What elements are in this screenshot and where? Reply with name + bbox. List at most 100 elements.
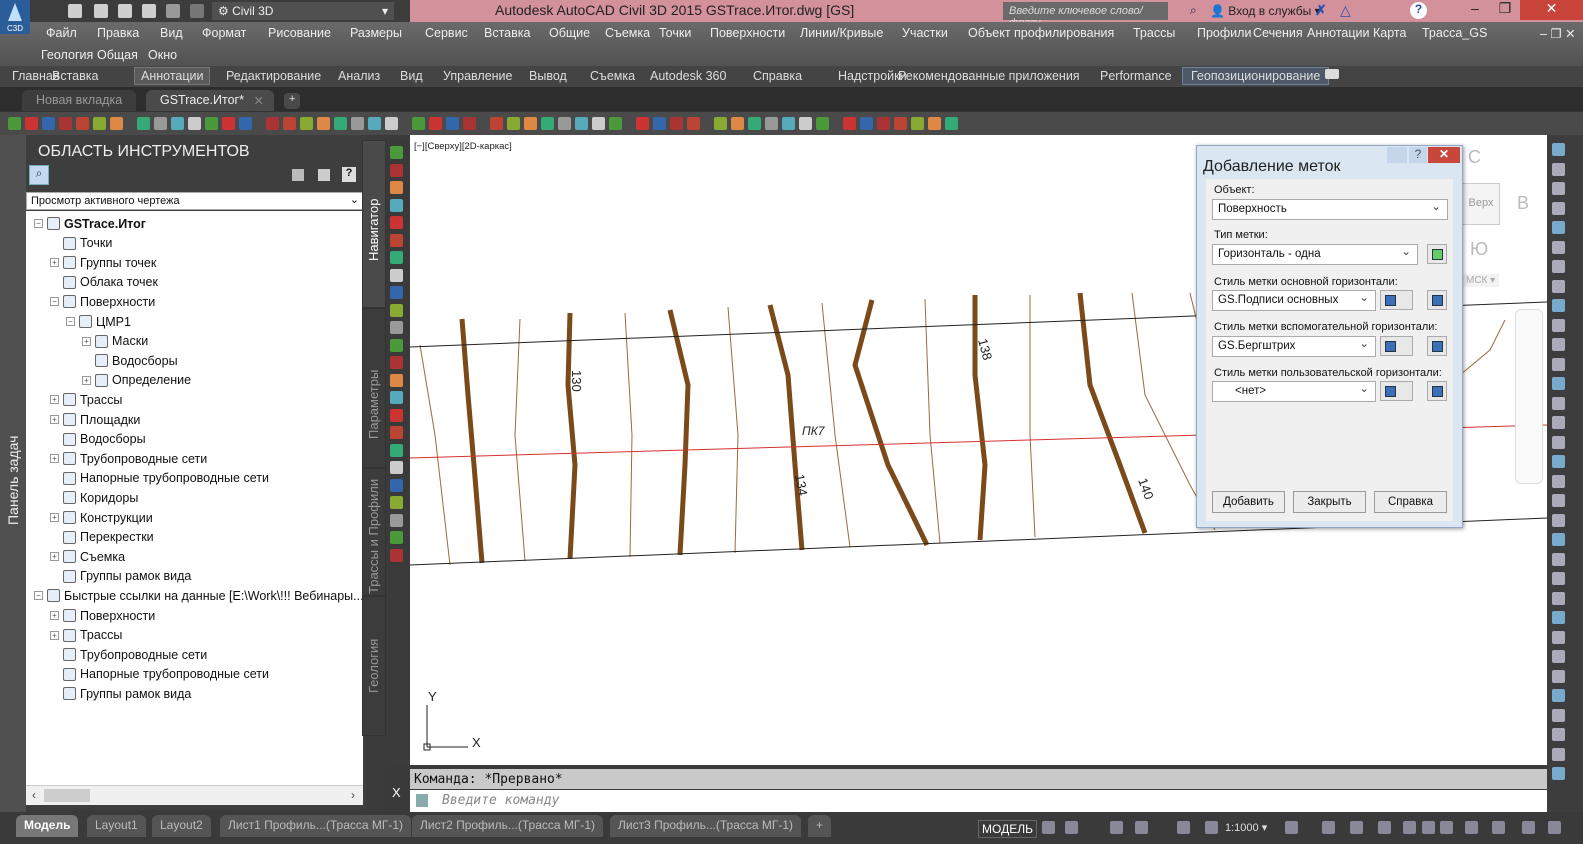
ribbon-tab[interactable]: Autodesk 360 bbox=[644, 69, 732, 83]
toolbar-tool-icon[interactable] bbox=[558, 117, 571, 130]
tree-item[interactable]: + Маски bbox=[82, 332, 148, 351]
ribbon-minimize-icon[interactable] bbox=[1325, 69, 1339, 79]
horizontal-scrollbar[interactable]: ‹ › bbox=[26, 785, 363, 805]
toolbar-tool-icon[interactable] bbox=[843, 117, 856, 130]
toolbar-tool-icon[interactable] bbox=[687, 117, 700, 130]
label-settings-button[interactable] bbox=[1427, 244, 1447, 264]
tool-icon[interactable] bbox=[390, 163, 403, 177]
status-toggle-icon[interactable] bbox=[1042, 821, 1055, 834]
toolbar-tool-icon[interactable] bbox=[300, 117, 313, 130]
layout-tab[interactable]: Layout1 bbox=[87, 815, 146, 837]
expand-icon[interactable]: − bbox=[50, 297, 59, 307]
toolbar-tool-icon[interactable] bbox=[507, 117, 520, 130]
tool-icon[interactable] bbox=[390, 391, 403, 404]
tool-icon[interactable] bbox=[1552, 630, 1565, 644]
search-input[interactable]: Введите ключевое слово/фразу bbox=[1003, 2, 1168, 29]
status-toggle-icon[interactable] bbox=[1205, 821, 1218, 834]
toolbar-tool-icon[interactable] bbox=[429, 117, 442, 130]
toolbar-tool-icon[interactable] bbox=[239, 117, 252, 130]
add-button[interactable]: Добавить bbox=[1212, 491, 1285, 513]
toolbar-tool-icon[interactable] bbox=[816, 117, 829, 130]
status-toggle-icon[interactable] bbox=[1422, 821, 1435, 834]
toolbar-tool-icon[interactable] bbox=[351, 117, 364, 130]
navigation-bar[interactable] bbox=[1515, 309, 1543, 484]
toolbar-tool-icon[interactable] bbox=[782, 117, 795, 130]
tree-item[interactable]: Облака точек bbox=[50, 273, 158, 292]
doc-window-controls[interactable]: – ❐ ✕ bbox=[1540, 26, 1576, 41]
status-toggle-icon[interactable] bbox=[1322, 821, 1335, 834]
toolbar-tool-icon[interactable] bbox=[748, 117, 761, 130]
tree-item[interactable]: + Конструкции bbox=[50, 508, 153, 527]
status-toggle-icon[interactable] bbox=[1403, 821, 1416, 834]
toolbar-tool-icon[interactable] bbox=[799, 117, 812, 130]
toolbar-tool-icon[interactable] bbox=[334, 117, 347, 130]
tab-parameters[interactable]: Параметры bbox=[362, 308, 386, 468]
tool-icon[interactable] bbox=[390, 321, 403, 334]
tree-item[interactable]: + Трассы bbox=[50, 390, 122, 409]
autodesk360-icon[interactable]: △ bbox=[1340, 2, 1351, 19]
toolbar-tool-icon[interactable] bbox=[188, 117, 201, 130]
menu-item[interactable]: Общая bbox=[97, 48, 138, 62]
toolbar-tool-icon[interactable] bbox=[765, 117, 778, 130]
toolbar-tool-icon[interactable] bbox=[575, 117, 588, 130]
tool-icon[interactable] bbox=[1552, 728, 1565, 741]
tool-icon[interactable] bbox=[390, 216, 403, 229]
menu-item[interactable]: Общие bbox=[549, 26, 590, 40]
tree-item[interactable]: Водосборы bbox=[50, 430, 146, 449]
preview-style-button[interactable] bbox=[1427, 290, 1447, 310]
status-toggle-icon[interactable] bbox=[1522, 821, 1535, 834]
menu-item[interactable]: Аннотации bbox=[1307, 26, 1369, 40]
menu-item[interactable]: Формат bbox=[202, 26, 246, 40]
toolbar-tool-icon[interactable] bbox=[412, 117, 425, 130]
tree-item[interactable]: − GSTrace.Итог bbox=[34, 214, 146, 233]
close-button[interactable]: Закрыть bbox=[1293, 491, 1366, 513]
tool-icon[interactable] bbox=[1552, 650, 1565, 663]
status-toggle-icon[interactable] bbox=[1285, 821, 1298, 834]
tool-icon[interactable] bbox=[1552, 591, 1565, 605]
tool-icon[interactable] bbox=[1552, 396, 1565, 410]
menu-item[interactable]: Геология bbox=[41, 48, 93, 62]
toolbar-tool-icon[interactable] bbox=[446, 117, 459, 130]
edit-style-button[interactable] bbox=[1380, 381, 1413, 401]
preview-style-button[interactable] bbox=[1427, 336, 1447, 356]
ribbon-tab[interactable]: Рекомендованные приложения bbox=[892, 69, 1086, 83]
tree-item[interactable]: + Трассы bbox=[50, 626, 122, 645]
tree-item[interactable]: − Поверхности bbox=[50, 292, 155, 311]
sign-in-button[interactable]: 👤 Вход в службы ▾ bbox=[1210, 4, 1321, 18]
menu-item[interactable]: Файл bbox=[46, 26, 77, 40]
menu-item[interactable]: Объект профилирования bbox=[968, 26, 1114, 40]
tool-icon[interactable] bbox=[1552, 240, 1565, 254]
maximize-button[interactable]: ❐ bbox=[1490, 0, 1520, 20]
status-toggle-icon[interactable] bbox=[1065, 821, 1078, 834]
expand-icon[interactable]: − bbox=[66, 317, 75, 326]
toolbar-tool-icon[interactable] bbox=[154, 117, 167, 130]
tree-item[interactable]: − Быстрые ссылки на данные [E:\Work\!!! В… bbox=[34, 586, 363, 605]
tool-icon[interactable] bbox=[1552, 162, 1565, 176]
toolbar-tool-icon[interactable] bbox=[76, 117, 89, 130]
layout-tab[interactable]: Лист1 Профиль...(Трасса МГ-1) bbox=[220, 815, 412, 837]
tree-item[interactable]: + Трубопроводные сети bbox=[50, 449, 207, 468]
ribbon-tab[interactable]: Геопозиционирование bbox=[1182, 67, 1330, 85]
toolbar-tool-icon[interactable] bbox=[490, 117, 503, 130]
help-icon[interactable]: ? bbox=[1409, 147, 1427, 163]
menu-item[interactable]: Профили bbox=[1197, 26, 1251, 40]
toolbar-tool-icon[interactable] bbox=[93, 117, 106, 130]
task-panel-strip[interactable]: Панель задач bbox=[0, 135, 26, 812]
status-toggle-icon[interactable] bbox=[1492, 821, 1505, 834]
expand-icon[interactable]: + bbox=[50, 611, 59, 620]
toolbar-tool-icon[interactable] bbox=[171, 117, 184, 130]
toolbar-tool-icon[interactable] bbox=[137, 117, 150, 130]
save-icon[interactable] bbox=[118, 4, 132, 18]
tool-icon[interactable] bbox=[390, 548, 403, 562]
help-button[interactable]: Справка bbox=[1374, 491, 1447, 513]
tree-view-icon[interactable] bbox=[292, 169, 304, 181]
tab-navigator[interactable]: Навигатор bbox=[362, 140, 386, 308]
expand-icon[interactable]: + bbox=[50, 513, 59, 522]
toolbar-tool-icon[interactable] bbox=[945, 117, 958, 130]
tool-icon[interactable] bbox=[1552, 611, 1565, 624]
tool-icon[interactable] bbox=[390, 408, 403, 422]
menu-item[interactable]: Съемка bbox=[605, 26, 650, 40]
annotation-scale[interactable]: 1:1000 ▾ bbox=[1225, 821, 1267, 834]
layout-tab[interactable]: Layout2 bbox=[152, 815, 211, 837]
layout-tab[interactable]: Лист2 Профиль...(Трасса МГ-1) bbox=[412, 815, 604, 837]
